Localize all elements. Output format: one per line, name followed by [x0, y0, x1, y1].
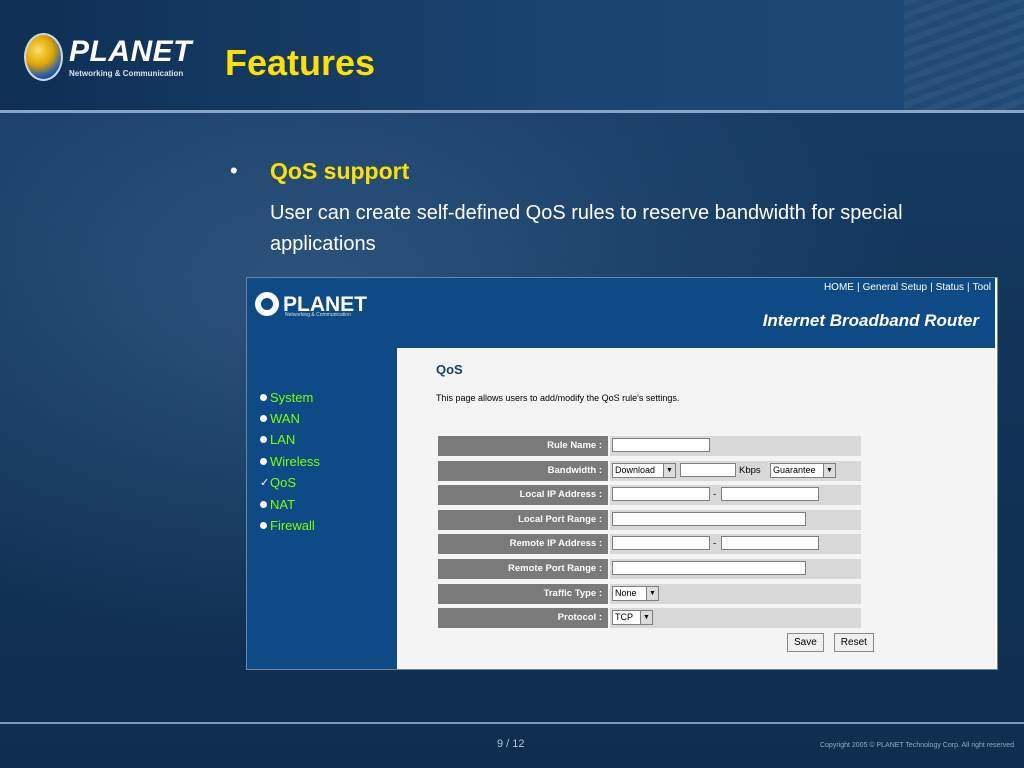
bullet-dot-icon: [260, 501, 267, 508]
sidebar-item-label: LAN: [270, 432, 296, 447]
local-ip-to-input[interactable]: [721, 487, 819, 502]
router-screenshot: PLANET Networking & Communication HOME | G…: [246, 277, 998, 670]
page-title: QoS: [436, 362, 463, 377]
header-decoration: [904, 0, 1024, 110]
dropdown-arrow-icon: ▼: [646, 586, 658, 600]
rule-name-input[interactable]: [612, 438, 710, 452]
router-sidebar: System WAN LAN Wireless ✓ QoS NAT Firewa…: [247, 348, 397, 669]
local-port-label: Local Port Range :: [438, 509, 608, 530]
page-description: This page allows users to add/modify the…: [436, 393, 680, 403]
remote-ip-row: Remote IP Address : -: [438, 533, 861, 558]
bullet-dot-icon: [260, 522, 267, 529]
nav-general-setup-link[interactable]: General Setup: [863, 282, 928, 293]
sidebar-item-label: System: [270, 390, 314, 405]
bullet-dot-icon: [260, 458, 267, 465]
logo-tagline: Networking & Communication: [69, 68, 184, 78]
traffic-type-row: Traffic Type : None ▼: [438, 583, 861, 608]
nav-tool-link[interactable]: Tool: [973, 282, 991, 293]
bullet-heading-row: • QoS support: [230, 158, 409, 185]
local-ip-from-input[interactable]: [612, 487, 710, 502]
rule-name-row: Rule Name :: [438, 435, 861, 460]
checkmark-icon: ✓: [260, 477, 270, 489]
sidebar-item-wan[interactable]: WAN: [260, 411, 300, 426]
local-ip-row: Local IP Address : -: [438, 484, 861, 509]
bandwidth-direction-select[interactable]: Download ▼: [612, 462, 676, 478]
page-number: 9 / 12: [497, 738, 525, 750]
bullet-heading: QoS support: [270, 158, 410, 184]
sidebar-item-lan[interactable]: LAN: [260, 432, 295, 447]
bullet-body: User can create self-defined QoS rules t…: [270, 202, 903, 255]
sidebar-item-label: Firewall: [270, 518, 315, 533]
router-logo-tagline: Networking & Communication: [285, 312, 351, 318]
sidebar-item-system[interactable]: System: [260, 390, 313, 405]
remote-port-label: Remote Port Range :: [438, 558, 608, 579]
sidebar-item-label: QoS: [270, 475, 297, 490]
globe-icon: [24, 33, 63, 81]
traffic-type-label: Traffic Type :: [438, 583, 608, 604]
nav-status-link[interactable]: Status: [936, 282, 964, 293]
remote-port-row: Remote Port Range :: [438, 558, 861, 583]
router-main-panel: QoS This page allows users to add/modify…: [397, 348, 995, 669]
sidebar-item-firewall[interactable]: Firewall: [260, 518, 315, 533]
sidebar-item-label: NAT: [270, 497, 296, 512]
sidebar-item-wireless[interactable]: Wireless: [260, 454, 320, 469]
ip-range-separator: -: [713, 489, 717, 501]
bandwidth-input[interactable]: [680, 462, 736, 477]
slide-title: Features: [225, 42, 376, 83]
bullet-dot-icon: [260, 436, 267, 443]
rule-name-label: Rule Name :: [438, 436, 608, 456]
protocol-label: Protocol :: [438, 608, 608, 629]
qos-form: Rule Name : Bandwidth : Download ▼ Kbps …: [438, 435, 861, 632]
dropdown-arrow-icon: ▼: [823, 463, 835, 477]
dropdown-arrow-icon: ▼: [663, 463, 675, 477]
protocol-select[interactable]: TCP ▼: [612, 610, 653, 626]
local-port-row: Local Port Range :: [438, 509, 861, 534]
local-port-input[interactable]: [612, 511, 806, 526]
protocol-row: Protocol : TCP ▼: [438, 607, 861, 632]
remote-ip-label: Remote IP Address :: [438, 534, 608, 555]
ip-range-separator: -: [713, 538, 717, 550]
router-top-nav: HOME | General Setup | Status | Tool: [823, 282, 991, 293]
router-product-name: Internet Broadband Router: [762, 311, 979, 330]
bandwidth-label: Bandwidth :: [438, 460, 608, 481]
remote-ip-to-input[interactable]: [721, 536, 819, 551]
dropdown-arrow-icon: ▼: [640, 611, 652, 625]
bullet-dot-icon: [260, 394, 267, 401]
sidebar-item-label: WAN: [270, 411, 300, 426]
traffic-type-select[interactable]: None ▼: [612, 585, 659, 601]
sidebar-item-qos[interactable]: ✓ QoS: [260, 475, 296, 490]
bandwidth-row: Bandwidth : Download ▼ Kbps Guarantee ▼: [438, 460, 861, 485]
bandwidth-unit: Kbps: [739, 464, 761, 476]
reset-button[interactable]: Reset: [833, 633, 874, 652]
remote-port-input[interactable]: [612, 560, 806, 575]
local-ip-label: Local IP Address :: [438, 485, 608, 506]
sidebar-item-nat[interactable]: NAT: [260, 497, 295, 512]
copyright-text: Copyright 2005 © PLANET Technology Corp.…: [819, 742, 1014, 749]
slide-header: PLANET Networking & Communication Featur…: [0, 0, 1024, 113]
router-globe-icon: [255, 292, 279, 316]
remote-ip-from-input[interactable]: [612, 536, 710, 551]
logo-name: PLANET: [69, 34, 192, 68]
form-buttons: Save Reset: [777, 633, 874, 652]
save-button[interactable]: Save: [787, 633, 824, 652]
router-header: PLANET Networking & Communication HOME | G…: [247, 278, 995, 348]
bandwidth-mode-select[interactable]: Guarantee ▼: [770, 462, 836, 478]
planet-logo: PLANET Networking & Communication: [24, 30, 192, 84]
sidebar-item-label: Wireless: [270, 454, 320, 469]
nav-home-link[interactable]: HOME: [824, 282, 854, 293]
bullet-icon: •: [230, 158, 238, 183]
footer-divider: [0, 722, 1024, 724]
bullet-dot-icon: [260, 415, 267, 422]
